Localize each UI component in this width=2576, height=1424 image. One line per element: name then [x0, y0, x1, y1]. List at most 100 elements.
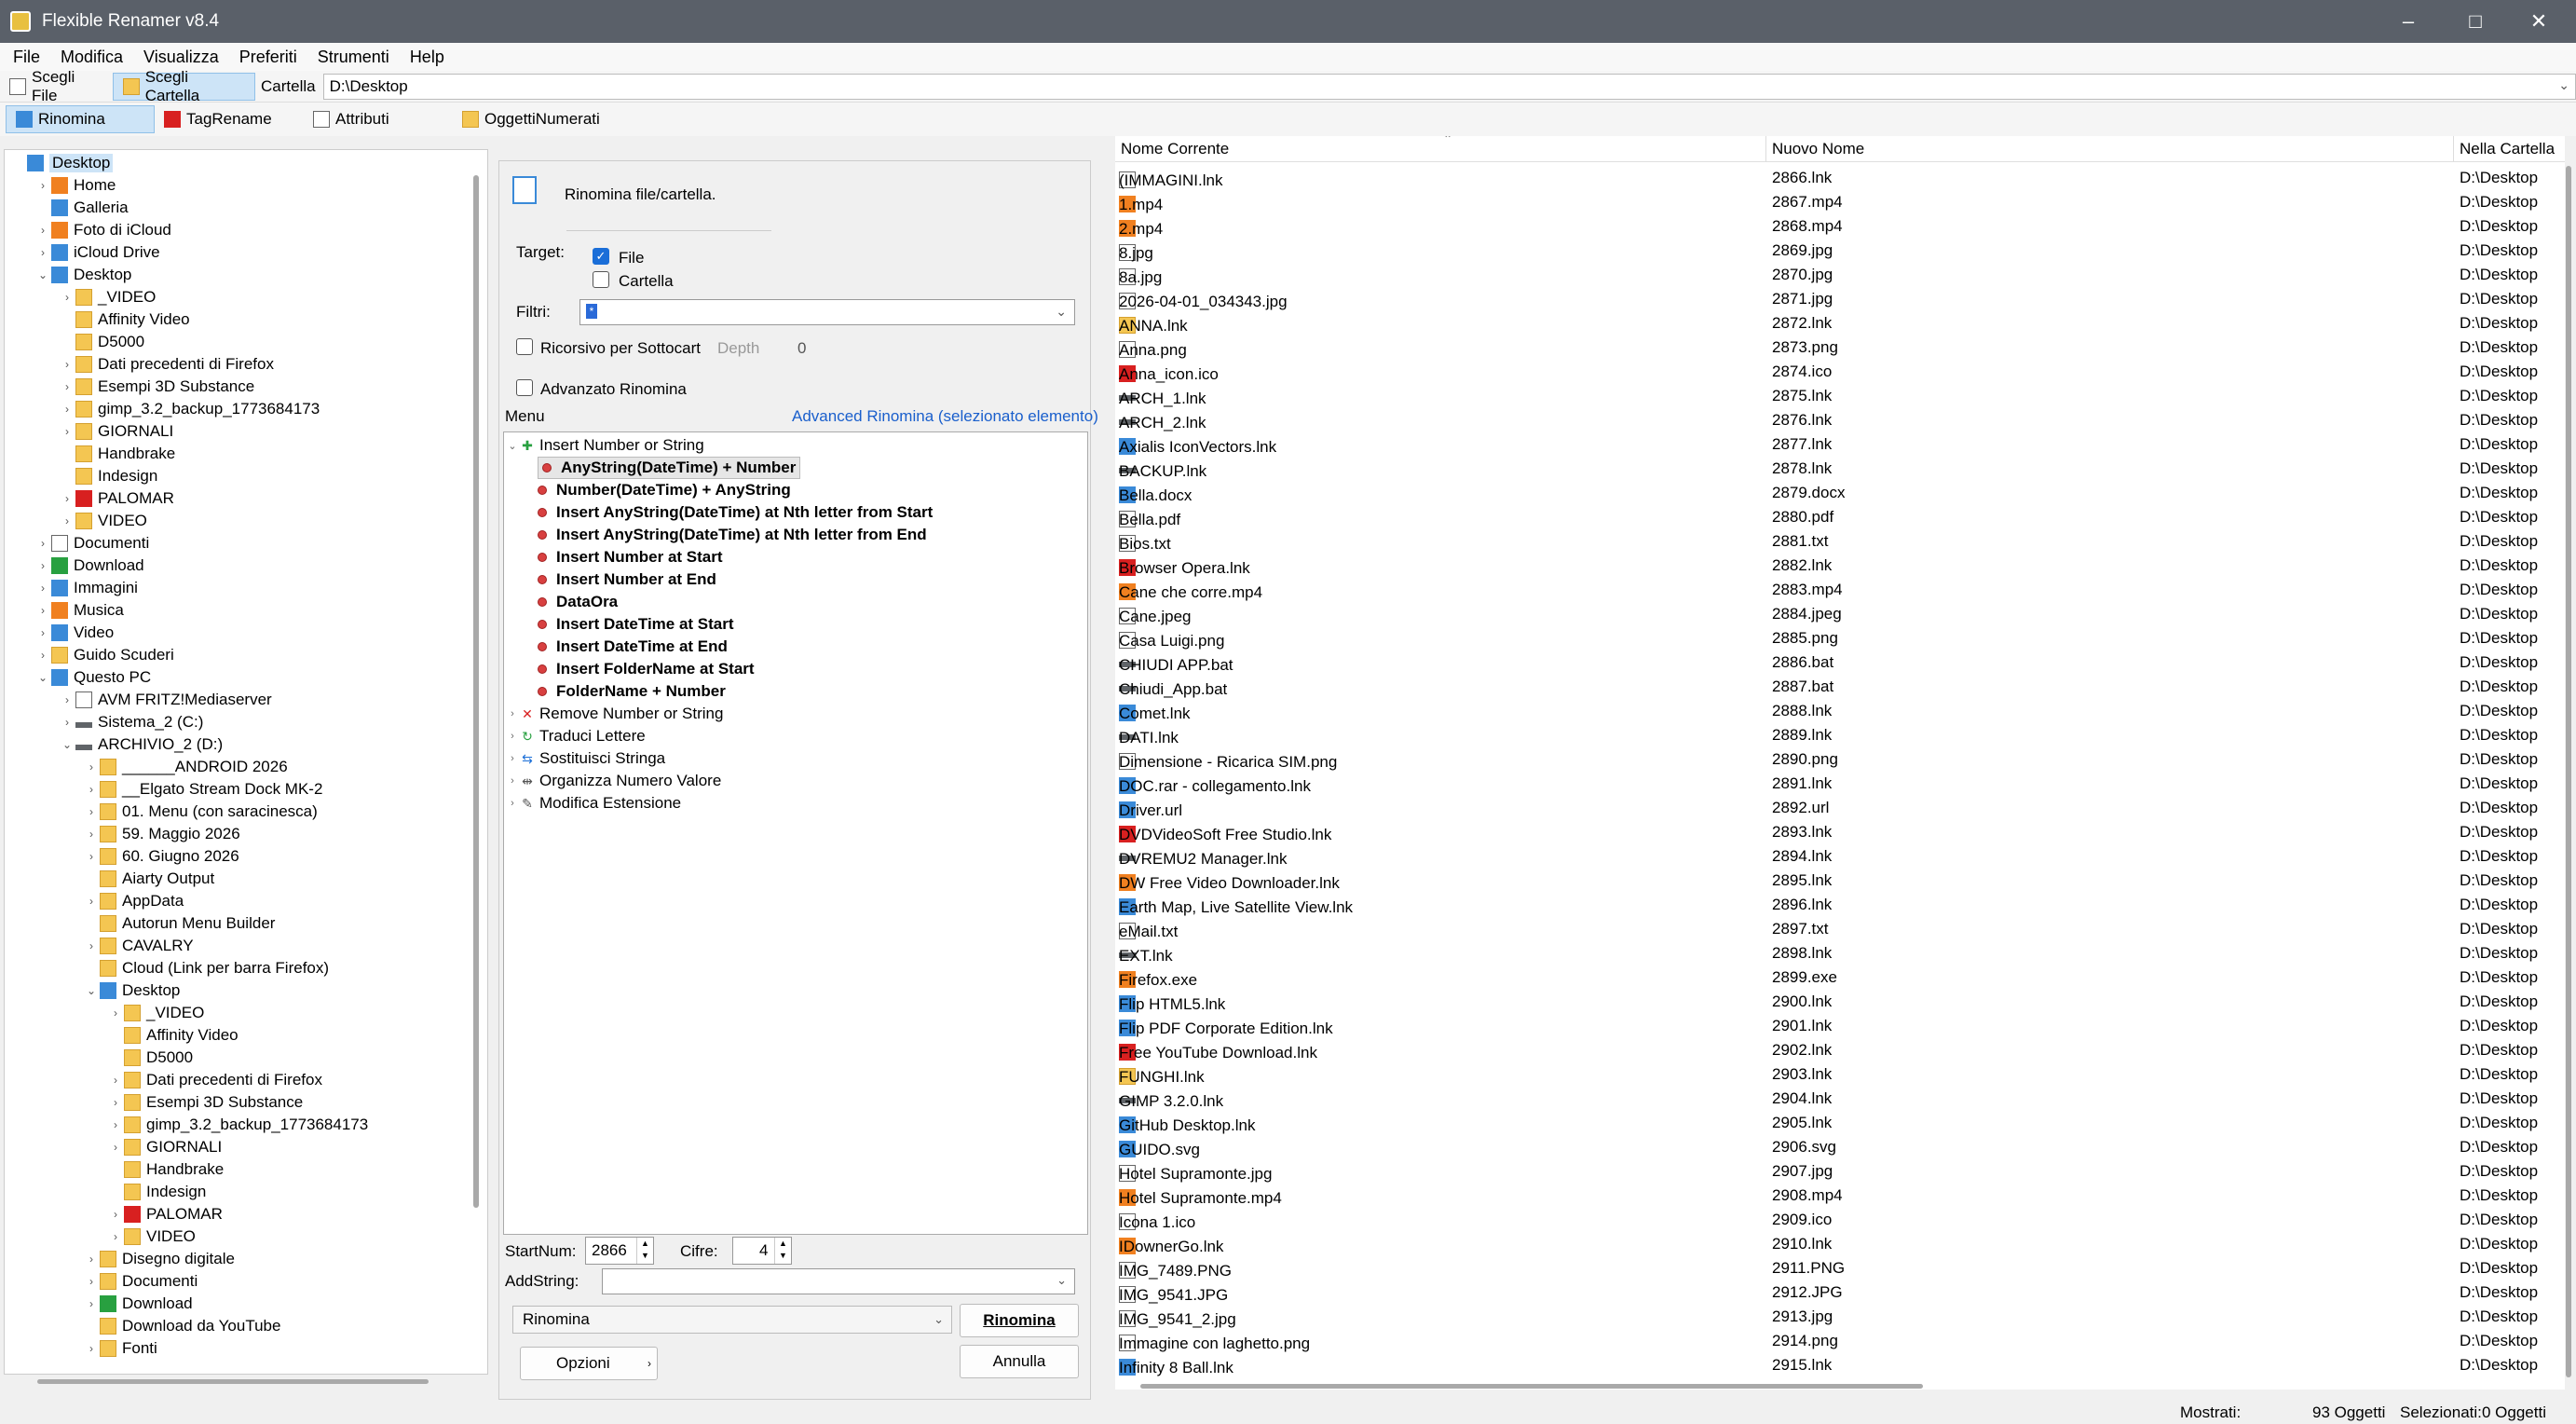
table-row[interactable]: 8.jpg 2869.jpg D:\Desktop: [1115, 239, 2565, 263]
table-row[interactable]: IMG_9541_2.jpg 2913.jpg D:\Desktop: [1115, 1305, 2565, 1329]
chevron-right-icon[interactable]: ›: [34, 537, 51, 550]
table-row[interactable]: Cane che corre.mp4 2883.mp4 D:\Desktop: [1115, 578, 2565, 602]
minimize-button[interactable]: –: [2371, 0, 2446, 43]
chevron-right-icon[interactable]: ›: [506, 798, 519, 809]
chevron-right-icon[interactable]: ›: [59, 358, 75, 371]
table-row[interactable]: ARCH_1.lnk 2875.lnk D:\Desktop: [1115, 384, 2565, 408]
advanced-rename-link[interactable]: Advanced Rinomina (selezionato elemento): [792, 407, 1098, 426]
chevron-right-icon[interactable]: ›: [34, 604, 51, 617]
folder-tree[interactable]: Desktop › Home Galleria › Foto di iCloud › iClo…: [4, 149, 488, 1375]
chevron-right-icon[interactable]: ›: [59, 716, 75, 729]
table-row[interactable]: ARCH_2.lnk 2876.lnk D:\Desktop: [1115, 408, 2565, 432]
spinner-arrows-icon[interactable]: ▲ ▼: [774, 1238, 791, 1264]
table-row[interactable]: IDownerGo.lnk 2910.lnk D:\Desktop: [1115, 1232, 2565, 1256]
tree-item-desktop[interactable]: ⌄ Desktop: [34, 264, 131, 286]
tree-item-autorun-menu-builder[interactable]: Autorun Menu Builder: [83, 912, 275, 935]
spinner-arrows-icon[interactable]: ▲ ▼: [636, 1238, 653, 1264]
table-row[interactable]: Earth Map, Live Satellite View.lnk 2896.l…: [1115, 893, 2565, 917]
chevron-right-icon[interactable]: ›: [34, 559, 51, 572]
tab-attributi[interactable]: Attributi: [304, 105, 453, 133]
menu-item-insert-number-at-end[interactable]: Insert Number at End: [538, 568, 716, 591]
table-row[interactable]: GitHub Desktop.lnk 2905.lnk D:\Desktop: [1115, 1111, 2565, 1135]
table-row[interactable]: Axialis IconVectors.lnk 2877.lnk D:\Deskto…: [1115, 432, 2565, 457]
tree-item-archivio-2-d[interactable]: ⌄ ARCHIVIO_2 (D:): [59, 733, 223, 756]
cifre-spinner[interactable]: 4 ▲ ▼: [732, 1237, 792, 1265]
chevron-right-icon[interactable]: ›: [83, 939, 100, 952]
chevron-right-icon[interactable]: ›: [59, 514, 75, 527]
chevron-right-icon[interactable]: ›: [83, 828, 100, 841]
menu-item-anystring-datetime-number[interactable]: AnyString(DateTime) + Number: [538, 457, 801, 479]
chevron-right-icon[interactable]: ›: [83, 895, 100, 908]
tree-item-video[interactable]: › Video: [34, 622, 114, 644]
chevron-down-icon[interactable]: ⌄: [506, 440, 519, 452]
table-row[interactable]: GUIDO.svg 2906.svg D:\Desktop: [1115, 1135, 2565, 1159]
menu-item-insert-datetime-at-end[interactable]: Insert DateTime at End: [538, 636, 728, 658]
addstring-combo[interactable]: ⌄: [602, 1268, 1075, 1294]
chevron-right-icon[interactable]: ›: [59, 492, 75, 505]
table-row[interactable]: 8a.jpg 2870.jpg D:\Desktop: [1115, 263, 2565, 287]
file-checkbox[interactable]: ✓: [593, 248, 609, 265]
menu-item-foldername-number[interactable]: FolderName + Number: [538, 680, 726, 703]
chevron-right-icon[interactable]: ›: [107, 1230, 124, 1243]
tree-item-handbrake[interactable]: Handbrake: [107, 1158, 224, 1181]
chevron-right-icon[interactable]: ›: [34, 224, 51, 237]
list-horizontal-scrollbar[interactable]: [1140, 1384, 1923, 1389]
chevron-down-icon[interactable]: ⌄: [2558, 77, 2569, 93]
tree-item-immagini[interactable]: › Immagini: [34, 577, 138, 599]
tree-item-video[interactable]: › VIDEO: [107, 1225, 196, 1248]
tree-item-download-da-youtube[interactable]: Download da YouTube: [83, 1315, 280, 1337]
menu-item-dataora[interactable]: DataOra: [538, 591, 618, 613]
chevron-down-icon[interactable]: ⌄: [34, 671, 51, 684]
table-row[interactable]: Bella.docx 2879.docx D:\Desktop: [1115, 481, 2565, 505]
tree-item-esempi-3d-substance[interactable]: › Esempi 3D Substance: [107, 1091, 303, 1114]
tree-item-documenti[interactable]: › Documenti: [34, 532, 149, 555]
tree-item-cavalry[interactable]: › CAVALRY: [83, 935, 194, 957]
table-row[interactable]: 2.mp4 2868.mp4 D:\Desktop: [1115, 214, 2565, 239]
table-row[interactable]: 2026-04-01_034343.jpg 2871.jpg D:\Desktop: [1115, 287, 2565, 311]
startnum-spinner[interactable]: 2866 ▲ ▼: [585, 1237, 654, 1265]
tab-tagrename[interactable]: TagRename: [155, 105, 304, 133]
menu-item-insert-number-at-start[interactable]: Insert Number at Start: [538, 546, 723, 568]
chevron-right-icon[interactable]: ›: [83, 760, 100, 774]
tree-item-foto-di-icloud[interactable]: › Foto di iCloud: [34, 219, 171, 241]
menu-strumenti[interactable]: Strumenti: [318, 48, 389, 67]
menu-item-remove-number-or-string[interactable]: › ✕ Remove Number or String: [506, 703, 723, 725]
table-row[interactable]: Anna_icon.ico 2874.ico D:\Desktop: [1115, 360, 2565, 384]
chevron-down-icon[interactable]: ⌄: [34, 268, 51, 281]
chevron-right-icon[interactable]: ›: [34, 582, 51, 595]
chevron-right-icon[interactable]: ›: [59, 291, 75, 304]
chevron-right-icon[interactable]: ›: [83, 1253, 100, 1266]
tree-item-cloud-link-per-barra-firefox[interactable]: Cloud (Link per barra Firefox): [83, 957, 329, 979]
table-row[interactable]: Browser Opera.lnk 2882.lnk D:\Desktop: [1115, 554, 2565, 578]
list-vertical-scrollbar[interactable]: [2566, 166, 2571, 1377]
tab-oggettinumerati[interactable]: OggettiNumerati: [453, 105, 639, 133]
column-divider[interactable]: [2453, 136, 2454, 162]
table-row[interactable]: DOC.rar - collegamento.lnk 2891.lnk D:\Des…: [1115, 772, 2565, 796]
chevron-right-icon[interactable]: ›: [59, 380, 75, 393]
column-nome-corrente[interactable]: Nome Corrente: [1121, 140, 1229, 158]
tree-item-dati-precedenti-di-firefox[interactable]: › Dati precedenti di Firefox: [59, 353, 274, 376]
tree-item-video[interactable]: › _VIDEO: [107, 1002, 204, 1024]
close-button[interactable]: ✕: [2501, 0, 2576, 43]
table-row[interactable]: Firefox.exe 2899.exe D:\Desktop: [1115, 965, 2565, 990]
chevron-right-icon[interactable]: ›: [83, 1275, 100, 1288]
table-row[interactable]: (IMMAGINI.lnk 2866.lnk D:\Desktop: [1115, 166, 2565, 190]
table-row[interactable]: Immagine con laghetto.png 2914.png D:\Desk…: [1115, 1329, 2565, 1353]
chevron-right-icon[interactable]: ›: [107, 1096, 124, 1109]
menu-item-number-datetime-anystring[interactable]: Number(DateTime) + AnyString: [538, 479, 791, 501]
tree-item-home[interactable]: › Home: [34, 174, 116, 197]
cartella-checkbox[interactable]: [593, 271, 609, 288]
table-row[interactable]: IMG_9541.JPG 2912.JPG D:\Desktop: [1115, 1280, 2565, 1305]
tree-item-android-2026[interactable]: › ______ANDROID 2026: [83, 756, 288, 778]
table-row[interactable]: Bios.txt 2881.txt D:\Desktop: [1115, 529, 2565, 554]
tree-item-palomar[interactable]: › PALOMAR: [107, 1203, 223, 1225]
tree-item-giornali[interactable]: › GIORNALI: [107, 1136, 222, 1158]
tree-item-galleria[interactable]: Galleria: [34, 197, 129, 219]
menu-file[interactable]: File: [13, 48, 40, 67]
tree-item-gimp-3-2-backup-1773684173[interactable]: › gimp_3.2_backup_1773684173: [59, 398, 320, 420]
chevron-right-icon[interactable]: ›: [34, 179, 51, 192]
chevron-down-icon[interactable]: ⌄: [83, 984, 100, 997]
table-row[interactable]: Icona 1.ico 2909.ico D:\Desktop: [1115, 1208, 2565, 1232]
rinomina-button[interactable]: Rinomina: [960, 1304, 1079, 1337]
tree-vertical-scrollbar[interactable]: [473, 175, 479, 1208]
